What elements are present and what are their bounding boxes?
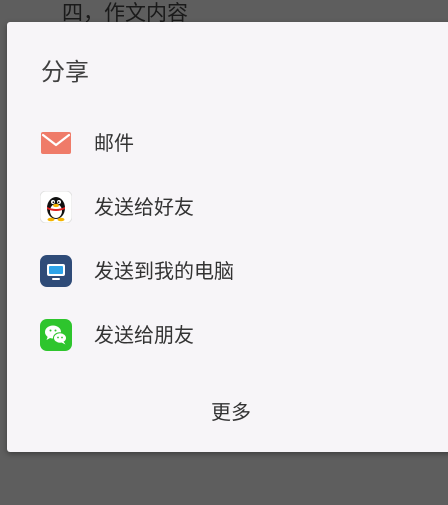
share-option-qq-friend[interactable]: 发送给好友 <box>7 177 448 237</box>
wechat-icon <box>40 319 72 351</box>
mail-icon <box>41 132 71 154</box>
more-button[interactable]: 更多 <box>7 397 448 427</box>
share-option-label: 发送到我的电脑 <box>94 259 234 283</box>
share-option-wechat-friend[interactable]: 发送给朋友 <box>7 305 448 365</box>
share-dialog: 分享 邮件 发送给好友 发送到我的电脑 发送给朋友 更多 <box>7 22 448 452</box>
share-option-mail[interactable]: 邮件 <box>7 113 448 173</box>
dialog-title: 分享 <box>41 58 89 86</box>
share-option-label: 发送给好友 <box>94 195 194 219</box>
share-option-label: 邮件 <box>94 131 134 155</box>
share-option-label: 发送给朋友 <box>94 323 194 347</box>
computer-icon <box>40 255 72 287</box>
share-option-my-computer[interactable]: 发送到我的电脑 <box>7 241 448 301</box>
qq-penguin-icon <box>40 191 72 223</box>
